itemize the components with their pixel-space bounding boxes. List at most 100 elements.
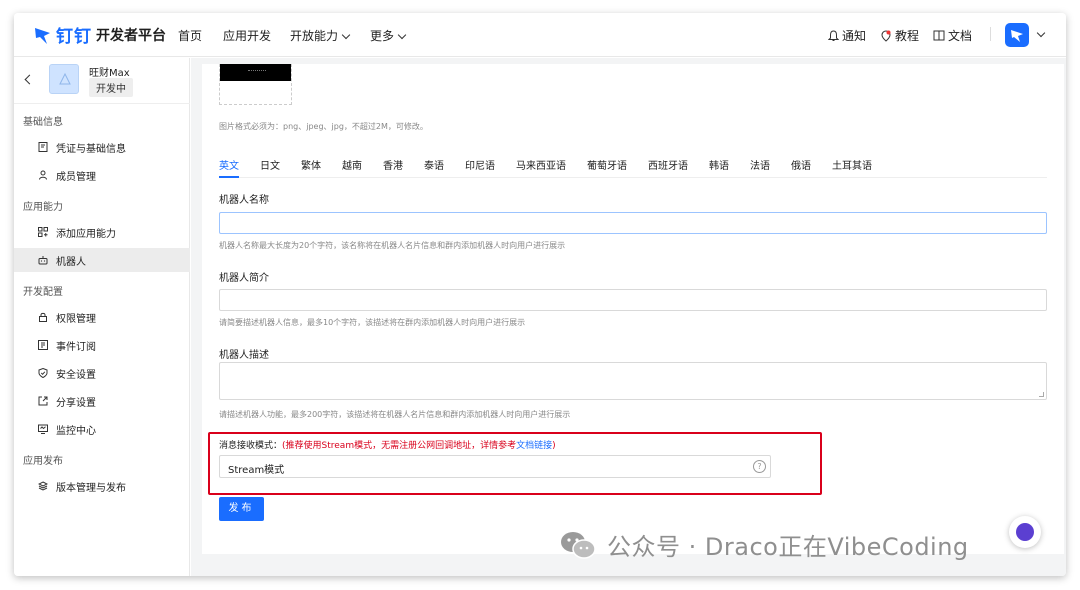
sidebar-item-label: 权限管理 (56, 313, 96, 325)
image-uploader[interactable] (219, 64, 292, 105)
message-mode-title: 消息接收模式： (219, 441, 283, 451)
help-icon[interactable]: ? (753, 460, 766, 473)
section-title-release: 应用发布 (23, 456, 63, 467)
image-dots (248, 70, 266, 71)
tab-lang-id[interactable]: 印尼语 (465, 157, 495, 172)
wechat-icon (561, 531, 596, 559)
tab-lang-vi[interactable]: 越南 (342, 157, 362, 172)
sidebar-item-events[interactable]: 事件订阅 (14, 333, 190, 357)
tab-lang-pt[interactable]: 葡萄牙语 (587, 157, 627, 172)
monitor-icon (38, 424, 48, 434)
watermark-text: 公众号 · Draco正在VibeCoding (607, 533, 969, 561)
tab-lang-ru[interactable]: 俄语 (791, 157, 811, 172)
sidebar-item-monitor[interactable]: 监控中心 (14, 417, 190, 441)
nav-divider (990, 27, 991, 41)
top-nav: 钉钉 开发者平台 首页 应用开发 开放能力 更多 通知 教程 文档 (14, 13, 1066, 57)
floating-assistant-button[interactable] (1009, 516, 1041, 548)
resize-handle[interactable] (1039, 392, 1044, 397)
sidebar-item-label: 分享设置 (56, 397, 96, 409)
back-arrow-icon[interactable] (24, 74, 35, 85)
tab-lang-ms[interactable]: 马来西亚语 (516, 157, 566, 172)
lock-icon (39, 312, 47, 322)
section-title-capability: 应用能力 (23, 202, 63, 213)
tab-lang-ko[interactable]: 韩语 (709, 157, 729, 172)
tab-lang-hk[interactable]: 香港 (383, 157, 403, 172)
sidebar-item-robot[interactable]: 机器人 (14, 248, 190, 272)
robot-intro-input[interactable] (219, 289, 1047, 311)
sidebar-item-security[interactable]: 安全设置 (14, 361, 190, 385)
sidebar-item-add-capability[interactable]: 添加应用能力 (14, 220, 190, 244)
nav-home[interactable]: 首页 (178, 27, 202, 44)
chevron-down-icon (341, 30, 351, 40)
watermark: 公众号 · Draco正在VibeCoding (559, 527, 969, 562)
sidebar-item-share[interactable]: 分享设置 (14, 389, 190, 413)
active-tab-indicator (219, 176, 239, 178)
nav-open-capability[interactable]: 开放能力 (290, 27, 351, 44)
dingtalk-avatar-icon (1011, 30, 1023, 42)
document-icon (38, 142, 48, 152)
tab-lang-tr[interactable]: 土耳其语 (832, 157, 872, 172)
subscription-icon (38, 340, 48, 350)
location-pin-icon (881, 29, 891, 42)
nav-more-label: 更多 (370, 29, 395, 43)
tab-lang-zh-hant[interactable]: 繁体 (301, 157, 321, 172)
sidebar-item-label: 安全设置 (56, 369, 96, 381)
tab-lang-ja[interactable]: 日文 (260, 157, 280, 172)
robot-intro-hint: 请简要描述机器人信息，最多10个字符，该描述将在群内添加机器人时向用户进行展示 (219, 318, 526, 327)
user-avatar[interactable] (1005, 23, 1029, 47)
message-mode-note-close: ) (552, 441, 556, 451)
tab-lang-th[interactable]: 泰语 (424, 157, 444, 172)
sidebar-item-label: 凭证与基础信息 (56, 143, 126, 155)
robot-desc-textarea[interactable] (219, 362, 1047, 400)
robot-name-hint: 机器人名称最大长度为20个字符，该名称将在机器人名片信息和群内添加机器人时向用户… (219, 241, 566, 250)
tab-lang-fr[interactable]: 法语 (750, 157, 770, 172)
publish-button[interactable]: 发布 (219, 497, 264, 521)
sidebar-item-members[interactable]: 成员管理 (14, 163, 190, 187)
robot-config-form: 图片格式必须为：png、jpeg、jpg，不超过2M，可修改。 英文 日文 繁体… (202, 64, 1064, 554)
robot-desc-label: 机器人描述 (219, 350, 269, 361)
sidebar-item-label: 监控中心 (56, 425, 96, 437)
robot-name-input[interactable] (219, 212, 1047, 234)
message-mode-note: (推荐使用Stream模式，无需注册公网回调地址，详情参考文档链接) (282, 441, 556, 451)
sidebar: 旺财Max 开发中 基础信息 凭证与基础信息 成员管理 应用能力 添加应用能力 … (14, 58, 190, 576)
nav-more[interactable]: 更多 (370, 27, 407, 44)
app-header: 旺财Max 开发中 (14, 58, 190, 104)
brand-logo[interactable]: 钉钉 开发者平台 (34, 22, 166, 47)
language-tabs: 英文 日文 繁体 越南 香港 泰语 印尼语 马来西亚语 葡萄牙语 西班牙语 韩语… (219, 157, 893, 172)
doc-link[interactable]: 文档链接 (516, 441, 552, 451)
app-icon (49, 64, 79, 94)
nav-open-capability-label: 开放能力 (290, 29, 339, 43)
brand-name: 钉钉 (56, 27, 92, 47)
tutorial-link[interactable]: 教程 (880, 27, 919, 44)
chevron-down-icon (397, 30, 407, 40)
main-content: 图片格式必须为：png、jpeg、jpg，不超过2M，可修改。 英文 日文 繁体… (191, 58, 1066, 576)
image-format-hint: 图片格式必须为：png、jpeg、jpg，不超过2M，可修改。 (219, 122, 428, 131)
nav-app-dev[interactable]: 应用开发 (223, 27, 271, 44)
app-window: 钉钉 开发者平台 首页 应用开发 开放能力 更多 通知 教程 文档 旺财Max … (14, 13, 1066, 576)
tab-lang-es[interactable]: 西班牙语 (648, 157, 688, 172)
chevron-down-icon[interactable] (1036, 28, 1046, 38)
user-icon (39, 170, 47, 180)
layers-icon (38, 481, 48, 491)
tab-lang-en[interactable]: 英文 (219, 157, 239, 172)
section-title-dev-config: 开发配置 (23, 287, 63, 298)
robot-icon (38, 256, 48, 265)
section-title-basic: 基础信息 (23, 117, 63, 128)
sidebar-item-versions[interactable]: 版本管理与发布 (14, 474, 190, 498)
message-mode-label: 消息接收模式：(推荐使用Stream模式，无需注册公网回调地址，详情参考文档链接… (219, 438, 556, 451)
shield-icon (38, 368, 48, 378)
assistant-icon (1016, 523, 1034, 541)
notify-link[interactable]: 通知 (828, 27, 866, 44)
book-icon (933, 30, 945, 41)
message-mode-select[interactable]: Stream模式 ? (219, 455, 771, 478)
sidebar-item-credentials[interactable]: 凭证与基础信息 (14, 135, 190, 159)
grid-add-icon (38, 227, 48, 237)
sidebar-item-label: 成员管理 (56, 171, 96, 183)
notify-label: 通知 (842, 29, 867, 43)
app-status-badge: 开发中 (89, 78, 133, 97)
sidebar-item-label: 机器人 (56, 256, 86, 268)
app-name: 旺财Max (89, 68, 130, 79)
sidebar-item-permissions[interactable]: 权限管理 (14, 305, 190, 329)
docs-link[interactable]: 文档 (933, 27, 972, 44)
uploaded-image-preview (220, 64, 291, 81)
